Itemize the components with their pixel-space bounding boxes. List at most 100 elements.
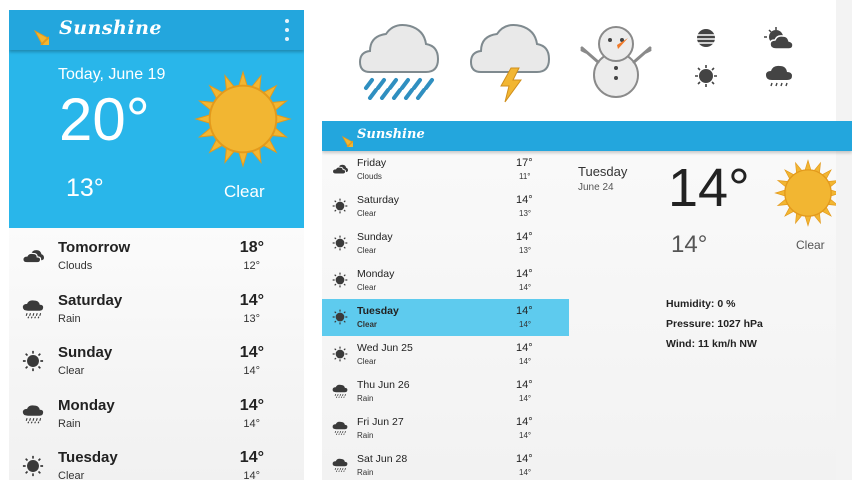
phone-screen: Sunshine Today, June 19 20° 13° Clear To… xyxy=(9,10,304,480)
detail-low: 14° xyxy=(671,231,708,258)
today-low: 13° xyxy=(66,174,104,202)
clear-icon xyxy=(22,455,44,477)
forecast-low: 14° xyxy=(519,320,532,329)
clear-icon xyxy=(332,235,348,251)
forecast-desc: Clear xyxy=(357,320,378,329)
forecast-row[interactable]: Monday Clear 14° 14° xyxy=(322,262,569,299)
detail-high: 14° xyxy=(668,158,750,218)
sun-logo-icon xyxy=(33,29,49,45)
forecast-day: Friday xyxy=(357,157,387,169)
today-high: 20° xyxy=(59,86,150,153)
forecast-low: 13° xyxy=(519,246,532,255)
app-bar: Sunshine xyxy=(9,10,304,50)
forecast-day: Fri Jun 27 xyxy=(357,416,404,428)
forecast-high: 14° xyxy=(516,342,533,354)
clear-icon xyxy=(332,272,348,288)
detail-date: June 24 xyxy=(578,182,614,193)
forecast-high: 14° xyxy=(516,231,533,243)
forecast-row-selected[interactable]: Tuesday Clear 14° 14° xyxy=(322,299,569,336)
forecast-high: 14° xyxy=(516,379,533,391)
clear-icon xyxy=(22,350,44,372)
forecast-low: 14° xyxy=(243,417,260,430)
humidity-text: Humidity: 0 % xyxy=(666,298,736,310)
forecast-low: 11° xyxy=(519,172,531,181)
forecast-row[interactable]: Saturday Clear 14° 13° xyxy=(322,188,569,225)
today-card[interactable]: Today, June 19 20° 13° Clear xyxy=(9,50,304,228)
forecast-row[interactable]: Saturday Rain 14° 13° xyxy=(9,283,304,335)
sun-icon xyxy=(774,159,842,227)
forecast-high: 14° xyxy=(516,416,533,428)
forecast-desc: Rain xyxy=(357,394,374,403)
storm-rain-icon xyxy=(358,24,440,100)
forecast-desc: Clear xyxy=(58,470,85,480)
forecast-row[interactable]: Monday Rain 14° 14° xyxy=(9,388,304,440)
forecast-day: Sunday xyxy=(357,231,393,243)
tablet-app-bar: Sunshine xyxy=(322,121,852,151)
forecast-high: 14° xyxy=(239,449,264,466)
forecast-desc: Rain xyxy=(58,312,81,325)
forecast-desc: Clear xyxy=(357,209,377,218)
forecast-high: 14° xyxy=(239,291,264,309)
today-condition: Clear xyxy=(224,182,265,201)
forecast-row[interactable]: Fri Jun 27 Rain 14° 14° xyxy=(322,410,569,447)
rain-icon xyxy=(22,298,44,320)
forecast-desc: Clear xyxy=(357,246,377,255)
forecast-desc: Clouds xyxy=(357,172,382,181)
clear-icon xyxy=(332,346,348,362)
forecast-day: Tuesday xyxy=(58,449,118,466)
forecast-high: 14° xyxy=(239,396,264,414)
forecast-day: Sat Jun 28 xyxy=(357,453,408,465)
forecast-low: 13° xyxy=(243,312,260,325)
forecast-list: Tomorrow Clouds 18° 12° Saturday Rain 14° 13° Su… xyxy=(9,228,304,480)
forecast-desc: Rain xyxy=(58,417,81,430)
forecast-row[interactable]: Thu Jun 26 Rain 14° 14° xyxy=(322,373,569,410)
clear-icon xyxy=(332,309,348,325)
forecast-desc: Rain xyxy=(357,431,374,440)
forecast-day: Tomorrow xyxy=(58,239,131,256)
forecast-day: Saturday xyxy=(357,194,400,206)
forecast-high: 17° xyxy=(516,157,533,169)
screen-edge xyxy=(836,0,852,480)
forecast-high: 18° xyxy=(239,239,264,256)
forecast-low: 14° xyxy=(519,357,532,366)
clouds-icon xyxy=(22,245,44,267)
tablet-screen: Sunshine Friday Clouds 17° 11° Saturday Clear… xyxy=(322,121,852,480)
detail-day: Tuesday xyxy=(578,164,628,179)
forecast-row[interactable]: Sunday Clear 14° 13° xyxy=(322,225,569,262)
fog-icon xyxy=(696,29,716,47)
forecast-desc: Clear xyxy=(357,357,377,366)
forecast-low: 14° xyxy=(519,283,532,292)
rain-icon xyxy=(22,403,44,425)
forecast-low: 14° xyxy=(519,468,532,477)
forecast-low: 12° xyxy=(243,260,260,272)
forecast-row[interactable]: Tomorrow Clouds 18° 12° xyxy=(9,230,304,282)
detail-pane: Tuesday June 24 14° 14° Clear Humidity: … xyxy=(569,151,852,480)
forecast-day: Tuesday xyxy=(357,305,399,317)
forecast-low: 14° xyxy=(243,365,260,377)
wind-text: Wind: 11 km/h NW xyxy=(666,338,757,350)
pressure-text: Pressure: 1027 hPa xyxy=(666,318,763,330)
forecast-row[interactable]: Friday Clouds 17° 11° xyxy=(322,151,569,188)
light-rain-icon xyxy=(766,65,792,87)
rain-icon xyxy=(332,383,348,399)
forecast-low: 14° xyxy=(519,394,532,403)
overflow-menu-icon[interactable] xyxy=(284,19,290,41)
clear-icon xyxy=(332,198,348,214)
forecast-row[interactable]: Sunday Clear 14° 14° xyxy=(9,335,304,387)
rain-icon xyxy=(332,457,348,473)
forecast-row[interactable]: Tuesday Clear 14° 14° xyxy=(9,440,304,480)
tablet-app-title: Sunshine xyxy=(357,127,425,142)
snowman-icon xyxy=(580,26,652,98)
forecast-low: 14° xyxy=(519,431,532,440)
forecast-day: Monday xyxy=(58,396,115,414)
forecast-row[interactable]: Sat Jun 28 Rain 14° 14° xyxy=(322,447,569,480)
clear-icon xyxy=(695,65,717,87)
forecast-day: Thu Jun 26 xyxy=(357,379,410,391)
partly-cloudy-icon xyxy=(764,27,794,50)
app-title: Sunshine xyxy=(59,17,162,39)
forecast-low: 13° xyxy=(519,209,532,218)
forecast-high: 14° xyxy=(516,453,533,465)
forecast-row[interactable]: Wed Jun 25 Clear 14° 14° xyxy=(322,336,569,373)
forecast-day: Wed Jun 25 xyxy=(357,342,413,354)
forecast-high: 14° xyxy=(516,194,533,206)
